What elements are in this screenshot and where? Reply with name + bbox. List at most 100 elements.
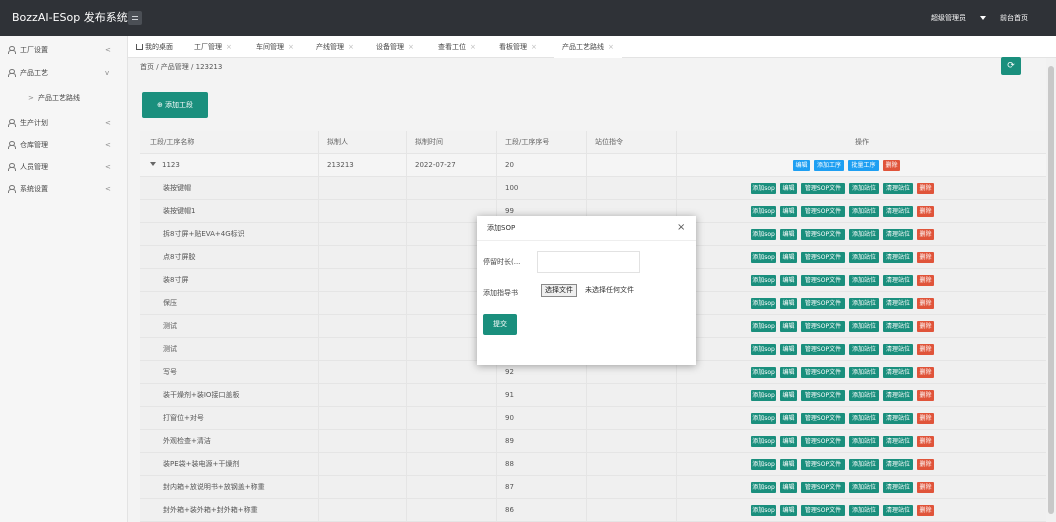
sidebar-subitem-process-route[interactable]: > 产品工艺路线 [0,87,128,109]
delete-button[interactable]: 删除 [917,459,934,470]
tab-production-line[interactable]: 产线管理 × [316,36,354,58]
clear-station-button[interactable]: 清理站位 [883,413,913,424]
edit-button[interactable]: 编辑 [780,390,797,401]
page-scrollbar[interactable] [1046,58,1056,522]
edit-button[interactable]: 编辑 [780,321,797,332]
manage-sop-files-button[interactable]: 管理SOP文件 [801,436,845,447]
add-sop-button[interactable]: 添加sop [751,275,776,286]
manage-sop-files-button[interactable]: 管理SOP文件 [801,229,845,240]
add-station-button[interactable]: 添加站位 [849,229,879,240]
clear-station-button[interactable]: 清理站位 [883,298,913,309]
table-row[interactable]: 装干燥剂+装IO接口盖板 91 添加sop 编辑 管理SOP文件 添加站位 清理站位 删除 [140,384,1047,407]
table-group-row[interactable]: 1123 213213 2022-07-27 20 编辑 添加工序 批量工序 删… [140,154,1047,177]
add-section-button[interactable]: ⊕ 添加工段 [142,92,208,118]
add-sop-button[interactable]: 添加sop [751,183,776,194]
edit-button[interactable]: 编辑 [780,413,797,424]
clear-station-button[interactable]: 清理站位 [883,344,913,355]
choose-file-button[interactable]: 选择文件 [541,284,577,297]
add-sop-button[interactable]: 添加sop [751,298,776,309]
manage-sop-files-button[interactable]: 管理SOP文件 [801,206,845,217]
front-home-link[interactable]: 前台首页 [1000,0,1028,36]
delete-button[interactable]: 删除 [917,252,934,263]
close-icon[interactable]: × [608,43,614,51]
delete-button[interactable]: 删除 [917,344,934,355]
manage-sop-files-button[interactable]: 管理SOP文件 [801,482,845,493]
add-sop-button[interactable]: 添加sop [751,413,776,424]
close-icon[interactable]: × [408,43,414,51]
delete-button[interactable]: 删除 [917,367,934,378]
add-sop-button[interactable]: 添加sop [751,229,776,240]
close-icon[interactable]: × [288,43,294,51]
clear-station-button[interactable]: 清理站位 [883,390,913,401]
close-icon[interactable]: × [531,43,537,51]
manage-sop-files-button[interactable]: 管理SOP文件 [801,344,845,355]
add-station-button[interactable]: 添加站位 [849,252,879,263]
chevron-down-icon[interactable] [980,16,986,20]
delete-button[interactable]: 删除 [917,275,934,286]
add-sop-button[interactable]: 添加sop [751,344,776,355]
add-sop-button[interactable]: 添加sop [751,206,776,217]
add-sop-button[interactable]: 添加sop [751,436,776,447]
edit-button[interactable]: 编辑 [780,344,797,355]
user-menu[interactable]: 超级管理员 [931,0,966,36]
group-edit-button[interactable]: 编辑 [793,160,810,171]
clear-station-button[interactable]: 清理站位 [883,275,913,286]
tab-view-station[interactable]: 查看工位 × [438,36,476,58]
clear-station-button[interactable]: 清理站位 [883,436,913,447]
scrollbar-thumb[interactable] [1048,66,1054,514]
manage-sop-files-button[interactable]: 管理SOP文件 [801,505,845,516]
add-sop-button[interactable]: 添加sop [751,482,776,493]
edit-button[interactable]: 编辑 [780,183,797,194]
menu-toggle-icon[interactable] [128,11,142,25]
edit-button[interactable]: 编辑 [780,275,797,286]
close-icon[interactable]: × [470,43,476,51]
group-add-process-button[interactable]: 添加工序 [814,160,844,171]
close-icon[interactable]: × [348,43,354,51]
sidebar-item-factory-settings[interactable]: 工厂设置 < [0,39,128,61]
manage-sop-files-button[interactable]: 管理SOP文件 [801,413,845,424]
sidebar-item-product-process[interactable]: 产品工艺 v [0,62,128,84]
clear-station-button[interactable]: 清理站位 [883,183,913,194]
clear-station-button[interactable]: 清理站位 [883,482,913,493]
add-station-button[interactable]: 添加站位 [849,505,879,516]
manage-sop-files-button[interactable]: 管理SOP文件 [801,459,845,470]
sidebar-item-production-plan[interactable]: 生产计划 < [0,112,128,134]
add-sop-button[interactable]: 添加sop [751,505,776,516]
clear-station-button[interactable]: 清理站位 [883,459,913,470]
add-station-button[interactable]: 添加站位 [849,367,879,378]
delete-button[interactable]: 删除 [917,390,934,401]
clear-station-button[interactable]: 清理站位 [883,229,913,240]
add-station-button[interactable]: 添加站位 [849,206,879,217]
sidebar-item-warehouse[interactable]: 仓库管理 < [0,134,128,156]
submit-button[interactable]: 提交 [483,314,517,335]
tab-board[interactable]: 看板管理 × [499,36,537,58]
delete-button[interactable]: 删除 [917,183,934,194]
tab-equipment[interactable]: 设备管理 × [376,36,414,58]
add-station-button[interactable]: 添加站位 [849,183,879,194]
close-icon[interactable]: × [226,43,232,51]
expand-triangle-icon[interactable] [150,162,156,166]
add-station-button[interactable]: 添加站位 [849,344,879,355]
tab-my-desktop[interactable]: 我的桌面 [136,36,173,58]
delete-button[interactable]: 删除 [917,206,934,217]
delete-button[interactable]: 删除 [917,505,934,516]
group-delete-button[interactable]: 删除 [883,160,900,171]
refresh-button[interactable]: ⟳ [1001,57,1021,75]
add-station-button[interactable]: 添加站位 [849,298,879,309]
tab-process-route[interactable]: 产品工艺路线 × [554,36,622,58]
edit-button[interactable]: 编辑 [780,206,797,217]
edit-button[interactable]: 编辑 [780,252,797,263]
add-station-button[interactable]: 添加站位 [849,275,879,286]
manage-sop-files-button[interactable]: 管理SOP文件 [801,390,845,401]
table-row[interactable]: 外观检查+清洁 89 添加sop 编辑 管理SOP文件 添加站位 清理站位 删除 [140,430,1047,453]
add-sop-button[interactable]: 添加sop [751,390,776,401]
group-batch-process-button[interactable]: 批量工序 [848,160,879,171]
add-station-button[interactable]: 添加站位 [849,482,879,493]
delete-button[interactable]: 删除 [917,436,934,447]
add-station-button[interactable]: 添加站位 [849,390,879,401]
table-row[interactable]: 封内箱+放说明书+放钢盖+称重 87 添加sop 编辑 管理SOP文件 添加站位 清理站位删… [140,476,1047,499]
add-station-button[interactable]: 添加站位 [849,413,879,424]
tab-workshop[interactable]: 车间管理 × [256,36,294,58]
add-station-button[interactable]: 添加站位 [849,459,879,470]
table-row[interactable]: 装PE袋+装电源+干燥剂 88 添加sop 编辑 管理SOP文件 添加站位 清理站位 删除 [140,453,1047,476]
